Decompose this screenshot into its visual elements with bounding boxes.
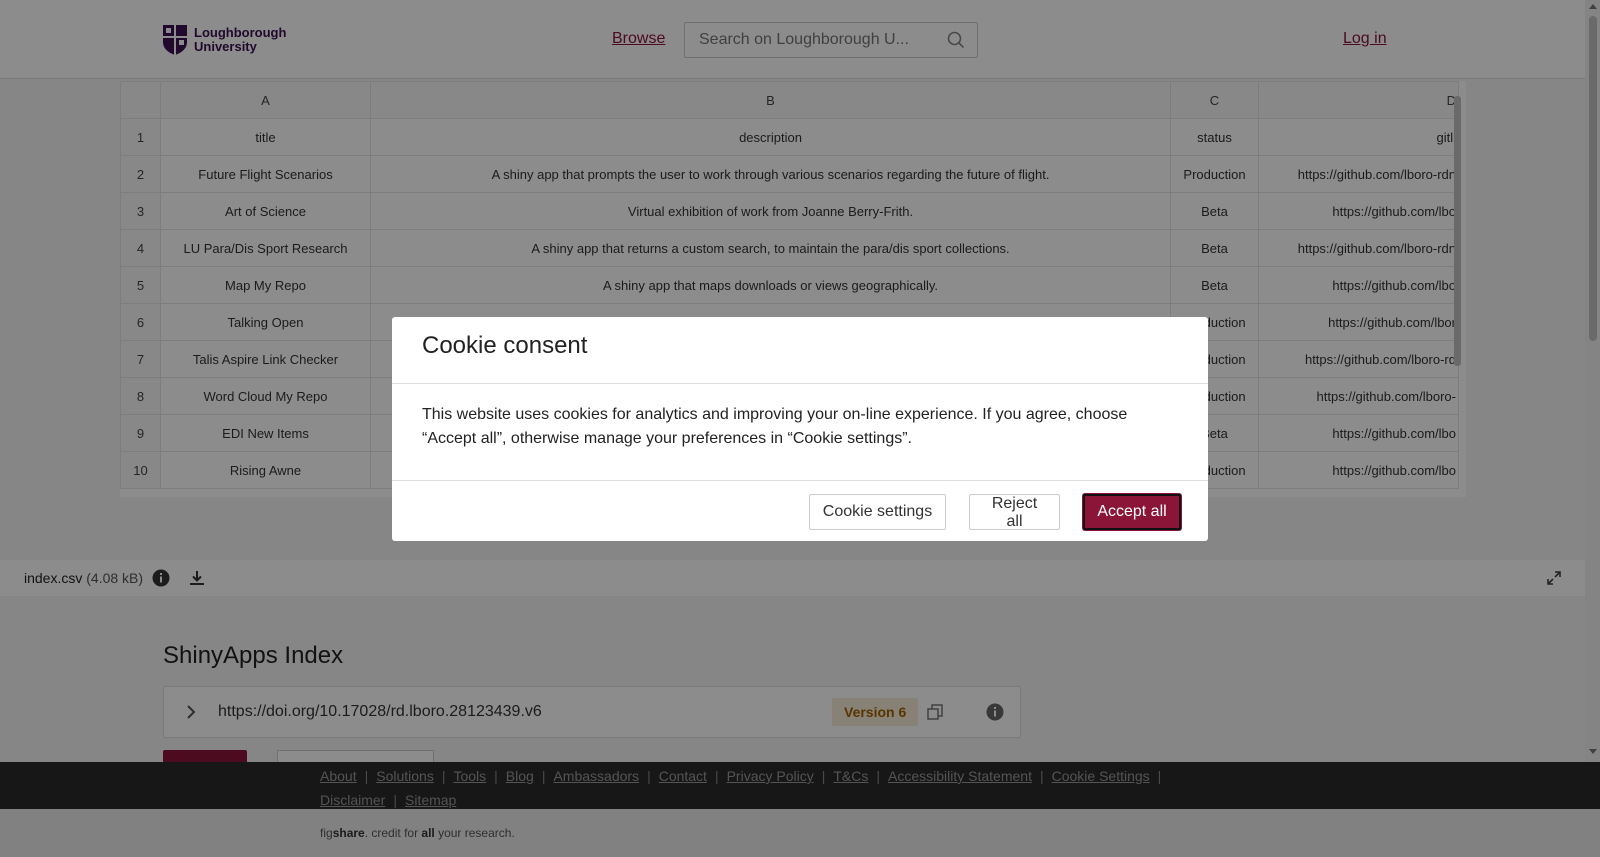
dialog-title: Cookie consent <box>422 332 588 359</box>
divider <box>392 383 1208 384</box>
accept-all-button[interactable]: Accept all <box>1083 494 1181 530</box>
reject-all-button[interactable]: Reject all <box>969 494 1060 530</box>
dialog-body: This website uses cookies for analytics … <box>422 406 1128 447</box>
divider <box>392 480 1208 481</box>
cookie-consent-dialog: Cookie consent This website uses cookies… <box>392 317 1208 541</box>
cookie-settings-button[interactable]: Cookie settings <box>809 494 946 530</box>
